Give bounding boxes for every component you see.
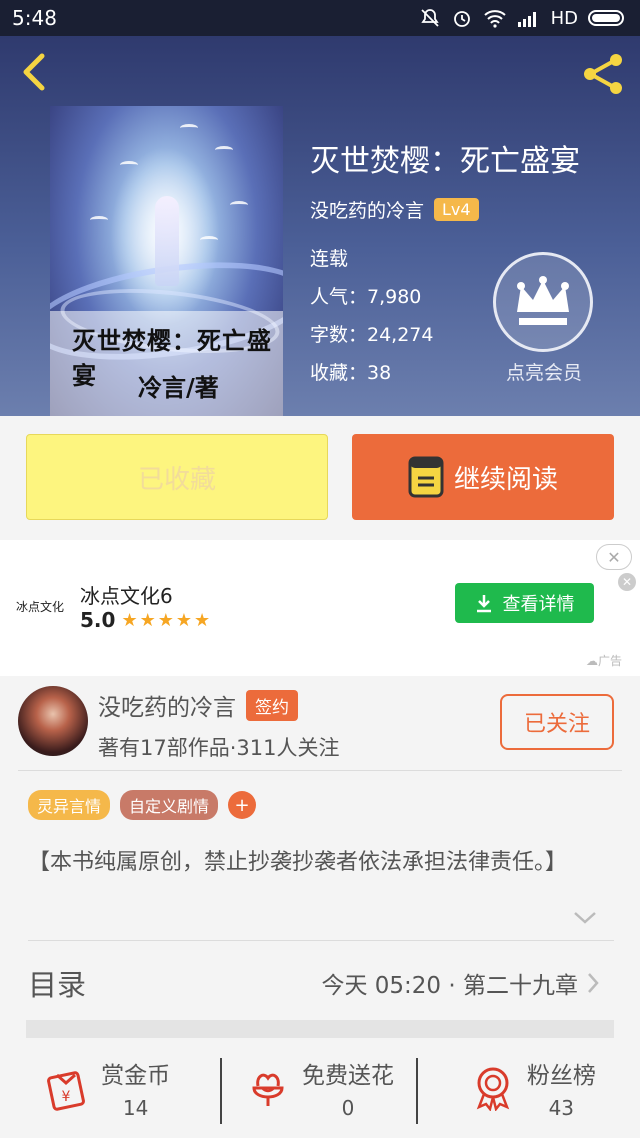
book-header: 灭世焚樱：死亡盛宴 冷言/著 灭世焚樱：死亡盛宴 没吃药的冷言 Lv4 连载 人… bbox=[0, 36, 640, 416]
ad-rating-value: 5.0 bbox=[80, 608, 116, 632]
back-button[interactable] bbox=[14, 50, 54, 94]
ad-details-button[interactable]: 查看详情 bbox=[455, 583, 594, 623]
reward-coins-button[interactable]: ¥ 赏金币 14 bbox=[0, 1038, 213, 1138]
follow-button[interactable]: 已关注 bbox=[500, 694, 614, 750]
cover-author: 冷言/著 bbox=[138, 373, 219, 402]
plus-icon: + bbox=[234, 794, 250, 816]
crown-icon bbox=[517, 276, 569, 325]
chevron-down-icon bbox=[574, 912, 596, 924]
tag-item[interactable]: 灵异言情 bbox=[28, 790, 111, 820]
reward-coins-label: 赏金币 bbox=[101, 1063, 171, 1089]
battery-icon bbox=[588, 10, 624, 26]
author-info: 没吃药的冷言 签约 bbox=[98, 688, 298, 722]
status-bar: 5:48 HD bbox=[0, 0, 640, 36]
ad-close-button[interactable]: ✕ bbox=[596, 544, 632, 570]
table-of-contents-row[interactable]: 目录 今天 05:20 · 第二十九章 bbox=[28, 962, 600, 1004]
book-icon bbox=[408, 456, 444, 498]
author-section: 没吃药的冷言 签约 著有17部作品·311人关注 已关注 灵异言情 自定义剧情 … bbox=[0, 676, 640, 1138]
fan-ranking-button[interactable]: 粉丝榜 43 bbox=[427, 1038, 640, 1138]
cover-bird bbox=[180, 124, 198, 132]
close-icon: ✕ bbox=[607, 547, 621, 567]
star-icon: ★★★★★ bbox=[121, 609, 213, 631]
cover-figure bbox=[155, 196, 179, 286]
chevron-left-icon bbox=[23, 53, 45, 91]
action-bar: 已收藏 继续阅读 bbox=[0, 416, 640, 540]
svg-text:¥: ¥ bbox=[62, 1089, 71, 1105]
continue-reading-label: 继续阅读 bbox=[453, 464, 558, 495]
book-title: 灭世焚樱：死亡盛宴 bbox=[310, 144, 580, 179]
author-avatar[interactable] bbox=[18, 686, 88, 756]
coin-envelope-icon: ¥ bbox=[47, 1071, 86, 1111]
toc-latest-chapter: 今天 05:20 · 第二十九章 bbox=[321, 973, 578, 999]
signed-badge: 签约 bbox=[246, 689, 298, 721]
mute-icon bbox=[420, 9, 439, 27]
download-icon bbox=[476, 595, 491, 613]
wifi-icon bbox=[483, 10, 506, 28]
share-icon bbox=[584, 54, 622, 94]
book-cover[interactable]: 灭世焚樱：死亡盛宴 冷言/著 bbox=[50, 106, 283, 416]
author-level-badge: Lv4 bbox=[434, 198, 479, 221]
share-button[interactable] bbox=[580, 50, 628, 98]
vip-label: 点亮会员 bbox=[505, 362, 582, 384]
book-status: 连载 bbox=[310, 248, 349, 270]
book-author-row: 没吃药的冷言 Lv4 bbox=[310, 196, 479, 223]
expand-synopsis-button[interactable] bbox=[572, 910, 598, 930]
reward-coins-count: 14 bbox=[122, 1096, 149, 1120]
synopsis: 【本书纯属原创，禁止抄袭抄袭者依法承担法律责任。】 bbox=[28, 850, 568, 875]
author-stats: 著有17部作品·311人关注 bbox=[98, 736, 340, 760]
signal-icon bbox=[517, 12, 536, 27]
collected-label: 已收藏 bbox=[137, 464, 216, 495]
send-flower-button[interactable]: 免费送花 0 bbox=[213, 1038, 426, 1138]
tag-list: 灵异言情 自定义剧情 + bbox=[28, 790, 257, 820]
divider bbox=[18, 770, 622, 771]
flower-icon bbox=[252, 1073, 284, 1106]
ad-app-name: 冰点文化6 bbox=[80, 584, 173, 608]
ad-dismiss-button[interactable]: ✕ bbox=[618, 573, 636, 591]
divider bbox=[28, 940, 614, 941]
ad-tag: ☁广告 bbox=[586, 654, 623, 668]
send-flower-count: 0 bbox=[341, 1096, 355, 1120]
ad-details-label: 查看详情 bbox=[502, 594, 575, 615]
follow-label: 已关注 bbox=[523, 712, 590, 737]
ad-banner[interactable]: 冰点文化 冰点文化6 5.0 ★★★★★ 查看详情 ✕ ✕ ☁广告 bbox=[0, 540, 640, 676]
book-word-count: 字数：24,274 bbox=[310, 324, 434, 346]
close-icon: ✕ bbox=[621, 575, 633, 589]
status-icons: HD bbox=[419, 7, 628, 29]
medal-icon bbox=[476, 1067, 510, 1111]
ad-logo: 冰点文化 bbox=[16, 600, 65, 614]
chevron-right-icon bbox=[588, 973, 599, 993]
vip-circle bbox=[493, 252, 593, 352]
column-divider bbox=[416, 1058, 418, 1124]
vip-button[interactable]: 点亮会员 bbox=[493, 252, 595, 385]
status-time: 5:48 bbox=[12, 6, 57, 30]
cover-bird bbox=[120, 161, 138, 169]
book-favorites: 收藏：38 bbox=[310, 362, 392, 384]
collected-button[interactable]: 已收藏 bbox=[26, 434, 328, 520]
cover-bird bbox=[215, 146, 233, 154]
author-name[interactable]: 没吃药的冷言 bbox=[98, 688, 236, 722]
send-flower-label: 免费送花 bbox=[301, 1063, 394, 1089]
book-author-name[interactable]: 没吃药的冷言 bbox=[310, 196, 424, 223]
continue-reading-button[interactable]: 继续阅读 bbox=[352, 434, 614, 520]
add-tag-button[interactable]: + bbox=[228, 791, 257, 819]
bottom-actions: ¥ 赏金币 14 免费送花 0 粉丝榜 43 bbox=[0, 1038, 640, 1138]
toc-label: 目录 bbox=[28, 968, 87, 1002]
cover-bird bbox=[90, 216, 108, 224]
fan-ranking-count: 43 bbox=[548, 1096, 575, 1120]
fan-ranking-label: 粉丝榜 bbox=[526, 1063, 596, 1089]
network-type: HD bbox=[550, 7, 578, 29]
alarm-icon bbox=[453, 11, 470, 27]
tag-item[interactable]: 自定义剧情 bbox=[120, 790, 219, 820]
section-separator bbox=[26, 1020, 614, 1038]
cover-bird bbox=[230, 201, 248, 209]
book-popularity: 人气：7,980 bbox=[310, 286, 422, 308]
cover-bird bbox=[200, 236, 218, 244]
column-divider bbox=[220, 1058, 222, 1124]
ad-rating: 5.0 ★★★★★ bbox=[80, 608, 212, 632]
